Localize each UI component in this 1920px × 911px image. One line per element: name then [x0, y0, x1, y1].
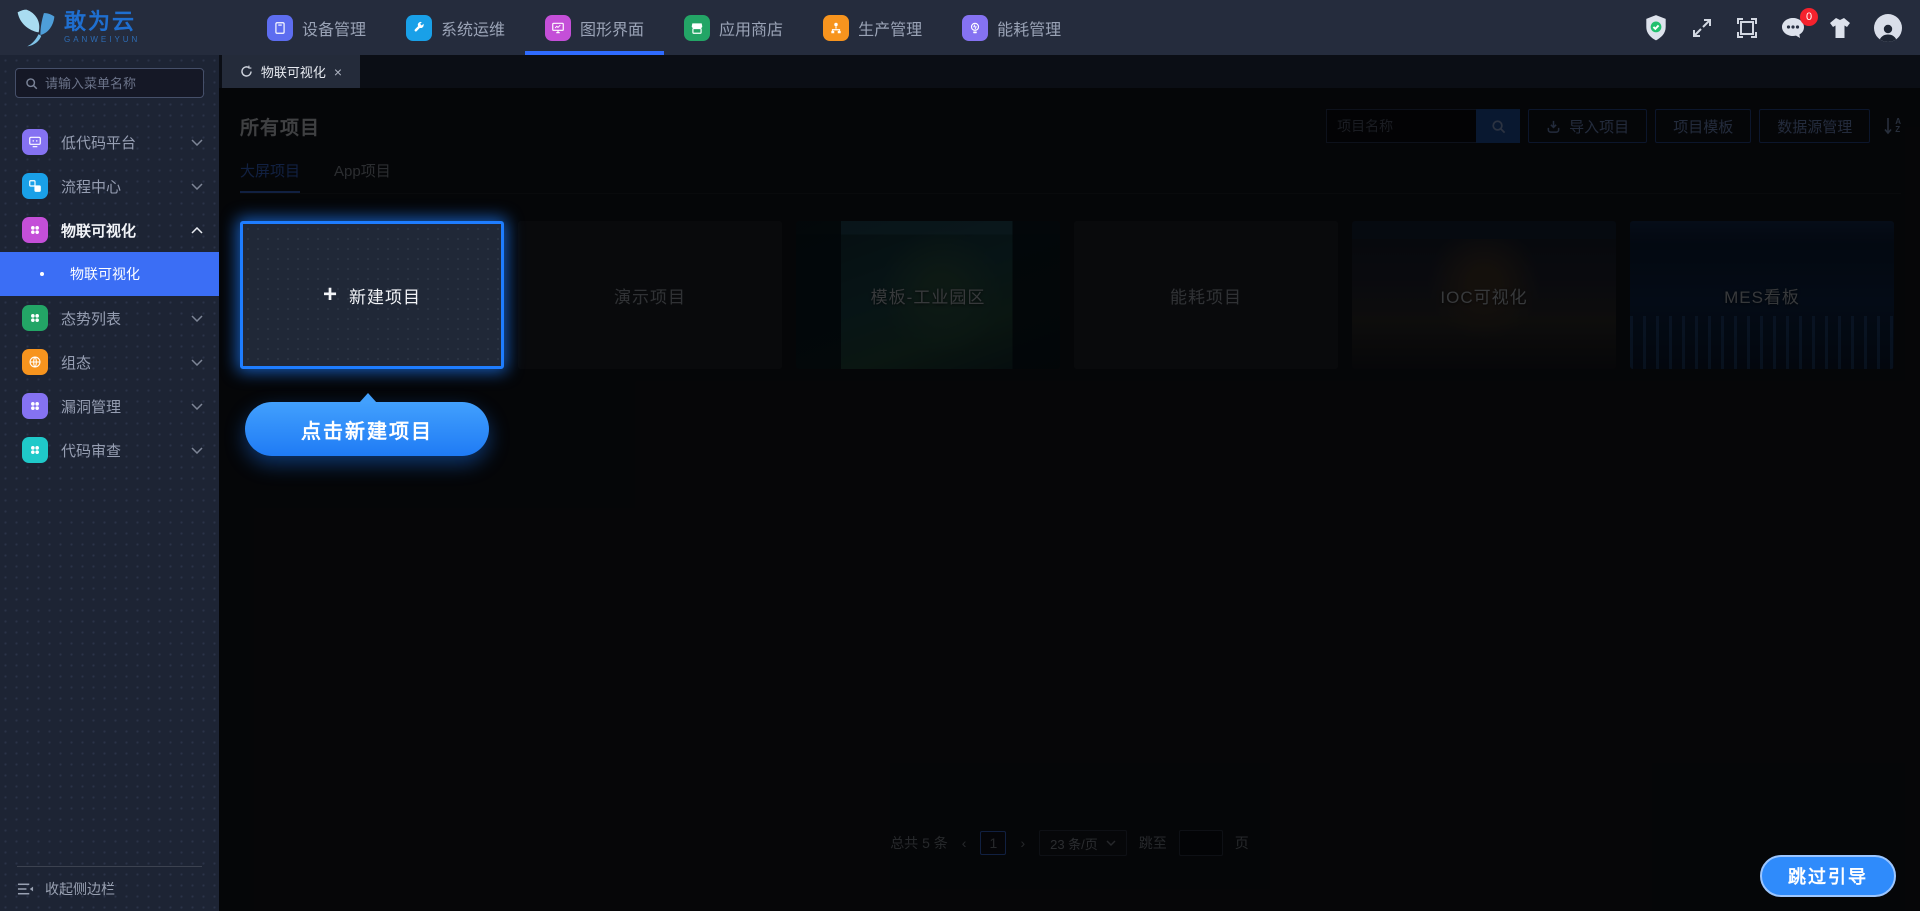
sidebar-item-code-review[interactable]: 代码审查 — [0, 428, 219, 472]
sidebar-search — [15, 68, 221, 98]
new-project-card[interactable]: + 新建项目 — [240, 221, 504, 369]
sidebar-item-label: 物联可视化 — [61, 222, 137, 240]
sidebar-item-vulnerability-management[interactable]: 漏洞管理 — [0, 384, 219, 428]
logo-text: 敢为云 GANWEIYUN — [64, 11, 140, 44]
nav-item-energy-management[interactable]: 能耗管理 — [962, 0, 1061, 55]
sidebar-item-label: 态势列表 — [61, 310, 122, 328]
device-icon — [267, 14, 293, 41]
sidebar-item-iot-visualization[interactable]: 物联可视化 — [0, 208, 219, 252]
chevron-down-icon — [191, 446, 203, 454]
clover-icon — [22, 393, 48, 419]
bullet-dot-icon — [40, 272, 44, 276]
guide-overlay — [219, 88, 1920, 911]
ganweiyun-app: 敢为云 GANWEIYUN 设备管理 系统运维 图形界面 应用商店 生产管理 能… — [0, 0, 1920, 911]
top-nav-tools: 0 — [1643, 7, 1920, 42]
main-area: 物联可视化 × 所有项目 — [219, 55, 1920, 911]
sidebar-item-label: 漏洞管理 — [61, 398, 122, 416]
search-icon — [25, 77, 38, 90]
collapse-label: 收起侧边栏 — [45, 881, 115, 897]
guide-tooltip: 点击新建项目 — [245, 393, 489, 456]
tab-label: 物联可视化 — [260, 65, 326, 80]
sidebar-item-scada[interactable]: 组态 — [0, 340, 219, 384]
page-tab-bar: 物联可视化 × — [219, 55, 1920, 88]
nav-item-label: 应用商店 — [719, 21, 784, 39]
collapse-icon — [17, 882, 34, 896]
sidebar-subitem-label: 物联可视化 — [70, 266, 140, 282]
messages-button[interactable]: 0 — [1780, 7, 1818, 40]
flow-icon — [22, 173, 48, 199]
content: 所有项目 — [219, 88, 1920, 911]
capture-frame-button[interactable] — [1735, 16, 1759, 40]
app-body: 低代码平台 流程中心 物联可视化 — [0, 55, 1920, 911]
top-nav: 敢为云 GANWEIYUN 设备管理 系统运维 图形界面 应用商店 生产管理 能… — [0, 0, 1920, 55]
security-shield-button[interactable] — [1643, 14, 1669, 42]
clover-icon — [22, 217, 48, 243]
nav-item-graphic-ui[interactable]: 图形界面 — [525, 0, 665, 55]
sidebar-item-label: 流程中心 — [61, 178, 122, 196]
refresh-icon[interactable] — [240, 65, 253, 78]
close-icon[interactable]: × — [334, 65, 342, 79]
production-icon — [823, 14, 850, 41]
graphics-screen-icon — [545, 14, 572, 41]
nav-item-label: 能耗管理 — [997, 21, 1062, 39]
chevron-down-icon — [191, 138, 203, 146]
energy-icon — [962, 14, 989, 41]
sidebar-item-lowcode[interactable]: 低代码平台 — [0, 120, 219, 164]
sidebar-item-flow-center[interactable]: 流程中心 — [0, 164, 219, 208]
nav-item-label: 生产管理 — [858, 21, 923, 39]
lowcode-icon — [22, 129, 48, 155]
clover-icon — [22, 437, 48, 463]
chevron-down-icon — [191, 314, 203, 322]
clover-icon — [22, 305, 48, 331]
sidebar-subitem-iot-visualization-active[interactable]: 物联可视化 — [0, 252, 219, 296]
sidebar-search-input[interactable] — [45, 75, 221, 91]
top-nav-menu: 设备管理 系统运维 图形界面 应用商店 生产管理 能耗管理 — [267, 0, 1061, 55]
nav-item-app-store[interactable]: 应用商店 — [684, 0, 783, 55]
logo[interactable]: 敢为云 GANWEIYUN — [0, 0, 219, 55]
app-store-icon — [684, 14, 711, 41]
chevron-up-icon — [191, 226, 203, 234]
fullscreen-button[interactable] — [1690, 16, 1714, 40]
sidebar: 低代码平台 流程中心 物联可视化 — [0, 55, 221, 911]
notification-badge: 0 — [1800, 7, 1818, 26]
sidebar-item-label: 代码审查 — [61, 442, 122, 460]
ops-wrench-icon — [406, 14, 433, 41]
card-label: 新建项目 — [349, 287, 421, 307]
sidebar-item-situation-list[interactable]: 态势列表 — [0, 296, 219, 340]
logo-subtitle: GANWEIYUN — [64, 35, 141, 44]
chevron-down-icon — [191, 182, 203, 190]
content-inner: 所有项目 — [219, 88, 1920, 911]
sidebar-footer: 收起侧边栏 — [0, 866, 219, 911]
chevron-down-icon — [191, 402, 203, 410]
nav-item-production-management[interactable]: 生产管理 — [823, 0, 922, 55]
guide-tooltip-text: 点击新建项目 — [301, 420, 433, 443]
sidebar-item-label: 组态 — [61, 354, 92, 372]
nav-item-label: 系统运维 — [441, 21, 506, 39]
nav-item-label: 设备管理 — [302, 21, 367, 39]
logo-title: 敢为云 — [64, 9, 137, 34]
user-avatar[interactable] — [1874, 13, 1902, 42]
nav-item-label: 图形界面 — [580, 21, 645, 39]
sidebar-item-label: 低代码平台 — [61, 134, 137, 152]
nav-item-system-ops[interactable]: 系统运维 — [406, 0, 505, 55]
chevron-down-icon — [191, 358, 203, 366]
plus-icon: + — [322, 281, 337, 308]
butterfly-logo-icon — [14, 7, 58, 49]
collapse-sidebar-button[interactable]: 收起侧边栏 — [0, 867, 219, 911]
sidebar-menu: 低代码平台 流程中心 物联可视化 物联可视化 态势列表 组态 漏洞管理 代码审查 — [0, 120, 219, 472]
skip-guide-button[interactable]: 跳过引导 — [1760, 855, 1896, 897]
tab-iot-visualization[interactable]: 物联可视化 × — [222, 55, 360, 88]
theme-shirt-button[interactable] — [1827, 16, 1853, 40]
globe-icon — [22, 349, 48, 375]
nav-item-device-management[interactable]: 设备管理 — [267, 0, 366, 55]
